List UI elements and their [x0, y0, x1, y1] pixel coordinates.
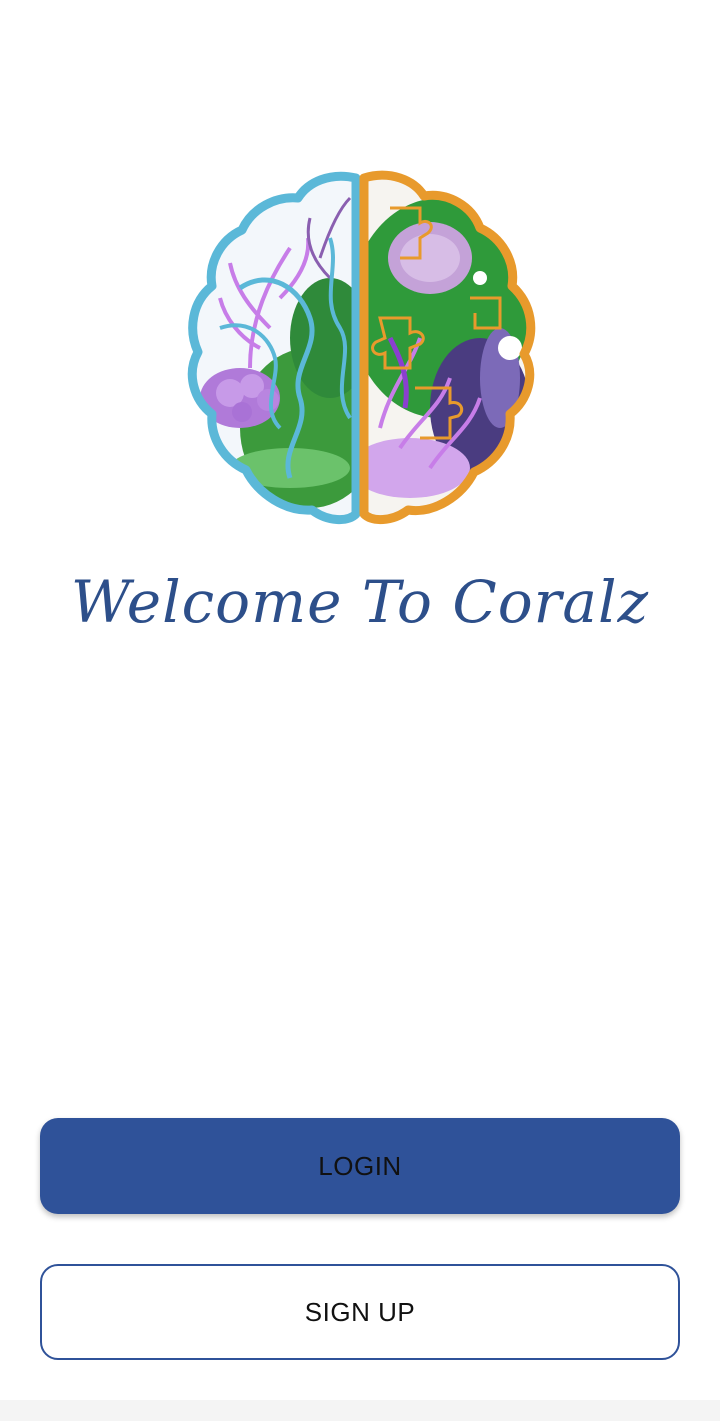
- login-button-label: LOGIN: [318, 1150, 402, 1181]
- welcome-screen: Welcome To Coralz LOGIN SIGN UP: [0, 0, 720, 1421]
- signup-button[interactable]: SIGN UP: [40, 1264, 680, 1360]
- coral-brain-logo-icon: [180, 168, 540, 528]
- welcome-title: Welcome To Coralz: [70, 568, 650, 636]
- system-nav-bar: [0, 1400, 720, 1421]
- signup-button-label: SIGN UP: [304, 1296, 416, 1327]
- login-button[interactable]: LOGIN: [40, 1118, 680, 1214]
